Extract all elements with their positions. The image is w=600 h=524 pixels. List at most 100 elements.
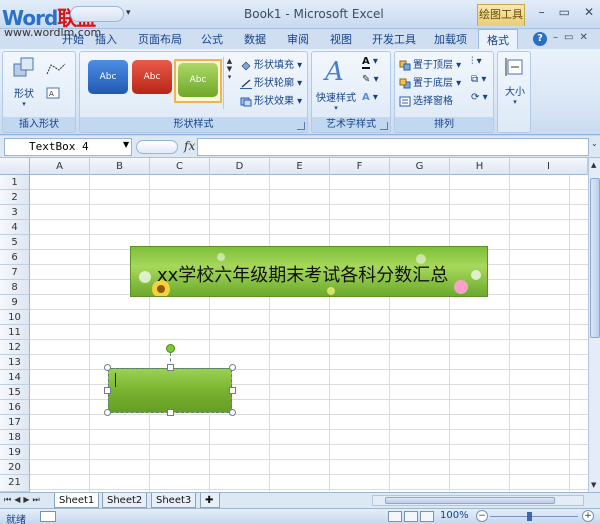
resize-handle-left[interactable]: [104, 387, 111, 394]
insert-function-icon[interactable]: fx: [184, 139, 195, 153]
zoom-in-icon[interactable]: +: [582, 510, 594, 522]
row-header[interactable]: 15: [0, 385, 30, 400]
tab-page-layout[interactable]: 页面布局: [138, 31, 182, 47]
shape-effects-button[interactable]: 形状效果 ▾: [240, 92, 302, 107]
scroll-down-icon[interactable]: ▼: [591, 481, 596, 489]
resize-handle-br[interactable]: [229, 409, 236, 416]
qat-dropdown-icon[interactable]: ▾: [126, 8, 131, 18]
ribbon-minimize-icon[interactable]: –: [553, 32, 558, 43]
help-icon[interactable]: ?: [533, 32, 547, 46]
quick-access-toolbar[interactable]: [70, 6, 124, 22]
row-header[interactable]: 9: [0, 295, 30, 310]
sheet-tab-3[interactable]: Sheet3: [151, 493, 197, 508]
horizontal-scrollbar[interactable]: [372, 495, 584, 506]
row-header[interactable]: 17: [0, 415, 30, 430]
edit-shape-icon[interactable]: [45, 62, 69, 76]
select-all-corner[interactable]: [0, 158, 30, 175]
tab-format[interactable]: 格式: [478, 29, 518, 50]
vertical-scrollbar[interactable]: ▲ ▼: [588, 158, 600, 492]
restore-icon[interactable]: ▭: [559, 5, 570, 19]
zoom-slider-thumb[interactable]: [527, 512, 532, 521]
row-header[interactable]: 4: [0, 220, 30, 235]
resize-handle-right[interactable]: [229, 387, 236, 394]
column-header[interactable]: H: [450, 158, 510, 175]
worksheet-grid[interactable]: [30, 175, 588, 492]
gallery-scroll[interactable]: ▲ ▼ ▾: [223, 57, 235, 109]
vertical-scroll-thumb[interactable]: [590, 178, 600, 338]
row-header[interactable]: 10: [0, 310, 30, 325]
text-fill-button[interactable]: A ▾: [362, 56, 378, 69]
sheet-nav-arrows-icon[interactable]: ⏮◀▶⏭: [4, 495, 43, 505]
shape-styles-launcher[interactable]: [297, 122, 305, 130]
scroll-up-icon[interactable]: ▲: [591, 161, 596, 169]
selected-textbox-shape[interactable]: [108, 368, 232, 413]
minimize-icon[interactable]: –: [539, 5, 545, 19]
normal-view-icon[interactable]: [388, 511, 402, 522]
size-button[interactable]: 大小 ▾: [501, 56, 529, 106]
sheet-tab-1[interactable]: Sheet1: [54, 493, 100, 508]
column-header[interactable]: I: [510, 158, 588, 175]
group-objects-button[interactable]: ⧉ ▾: [471, 74, 486, 85]
zoom-out-icon[interactable]: −: [476, 510, 488, 522]
close-icon[interactable]: ✕: [584, 5, 594, 19]
page-layout-view-icon[interactable]: [404, 511, 418, 522]
column-header[interactable]: D: [210, 158, 270, 175]
sheet-tab-2[interactable]: Sheet2: [102, 493, 148, 508]
tab-formulas[interactable]: 公式: [201, 31, 223, 47]
resize-handle-tl[interactable]: [104, 364, 111, 371]
row-header[interactable]: 16: [0, 400, 30, 415]
shape-fill-button[interactable]: 形状填充 ▾: [240, 56, 302, 71]
row-header[interactable]: 18: [0, 430, 30, 445]
page-break-view-icon[interactable]: [420, 511, 434, 522]
tab-developer[interactable]: 开发工具: [372, 31, 416, 47]
style-gallery-blue[interactable]: Abc: [88, 60, 128, 94]
wordart-launcher[interactable]: [380, 122, 388, 130]
title-banner-picture[interactable]: xx学校六年级期末考试各科分数汇总: [130, 246, 488, 297]
text-effects-button[interactable]: A ▾: [362, 92, 378, 103]
tab-addins[interactable]: 加载项: [434, 31, 467, 47]
ribbon-close-icon[interactable]: ✕: [579, 32, 587, 43]
column-header[interactable]: F: [330, 158, 390, 175]
macro-record-icon[interactable]: [40, 511, 56, 522]
selection-pane-button[interactable]: 选择窗格: [399, 92, 453, 107]
column-header[interactable]: G: [390, 158, 450, 175]
style-gallery-green[interactable]: Abc: [178, 63, 218, 97]
row-header[interactable]: 1: [0, 175, 30, 190]
shape-outline-button[interactable]: 形状轮廓 ▾: [240, 74, 302, 89]
resize-handle-top[interactable]: [167, 364, 174, 371]
rotate-button[interactable]: ⟳ ▾: [471, 92, 488, 103]
resize-handle-tr[interactable]: [229, 364, 236, 371]
row-header[interactable]: 14: [0, 370, 30, 385]
row-header[interactable]: 5: [0, 235, 30, 250]
column-header[interactable]: A: [30, 158, 90, 175]
shapes-button[interactable]: 形状 ▾: [9, 56, 39, 108]
insert-sheet-icon[interactable]: ✚: [200, 493, 220, 508]
ribbon-restore-icon[interactable]: ▭: [564, 32, 573, 43]
column-header[interactable]: E: [270, 158, 330, 175]
row-header[interactable]: 8: [0, 280, 30, 295]
row-header[interactable]: 21: [0, 475, 30, 492]
row-header[interactable]: 7: [0, 265, 30, 280]
row-header[interactable]: 3: [0, 205, 30, 220]
rotation-handle[interactable]: [166, 344, 175, 353]
tab-view[interactable]: 视图: [330, 31, 352, 47]
bring-to-front-button[interactable]: 置于顶层 ▾: [399, 56, 461, 71]
style-gallery-red[interactable]: Abc: [132, 60, 172, 94]
row-header[interactable]: 6: [0, 250, 30, 265]
name-box-dropdown-icon[interactable]: ▼: [123, 140, 129, 149]
expand-formula-bar-icon[interactable]: ⌄: [591, 139, 598, 148]
text-outline-button[interactable]: ✎ ▾: [362, 74, 379, 85]
horizontal-scroll-thumb[interactable]: [385, 497, 555, 504]
resize-handle-bottom[interactable]: [167, 409, 174, 416]
row-header[interactable]: 11: [0, 325, 30, 340]
formula-input[interactable]: [197, 138, 589, 156]
tab-review[interactable]: 审阅: [287, 31, 309, 47]
textbox-icon[interactable]: A: [45, 86, 69, 100]
zoom-slider[interactable]: [490, 516, 578, 517]
formula-bar-splitter[interactable]: [136, 140, 178, 154]
zoom-level[interactable]: 100%: [440, 510, 469, 521]
column-header[interactable]: B: [90, 158, 150, 175]
align-button[interactable]: ⫶ ▾: [471, 56, 482, 67]
column-header[interactable]: C: [150, 158, 210, 175]
row-header[interactable]: 13: [0, 355, 30, 370]
